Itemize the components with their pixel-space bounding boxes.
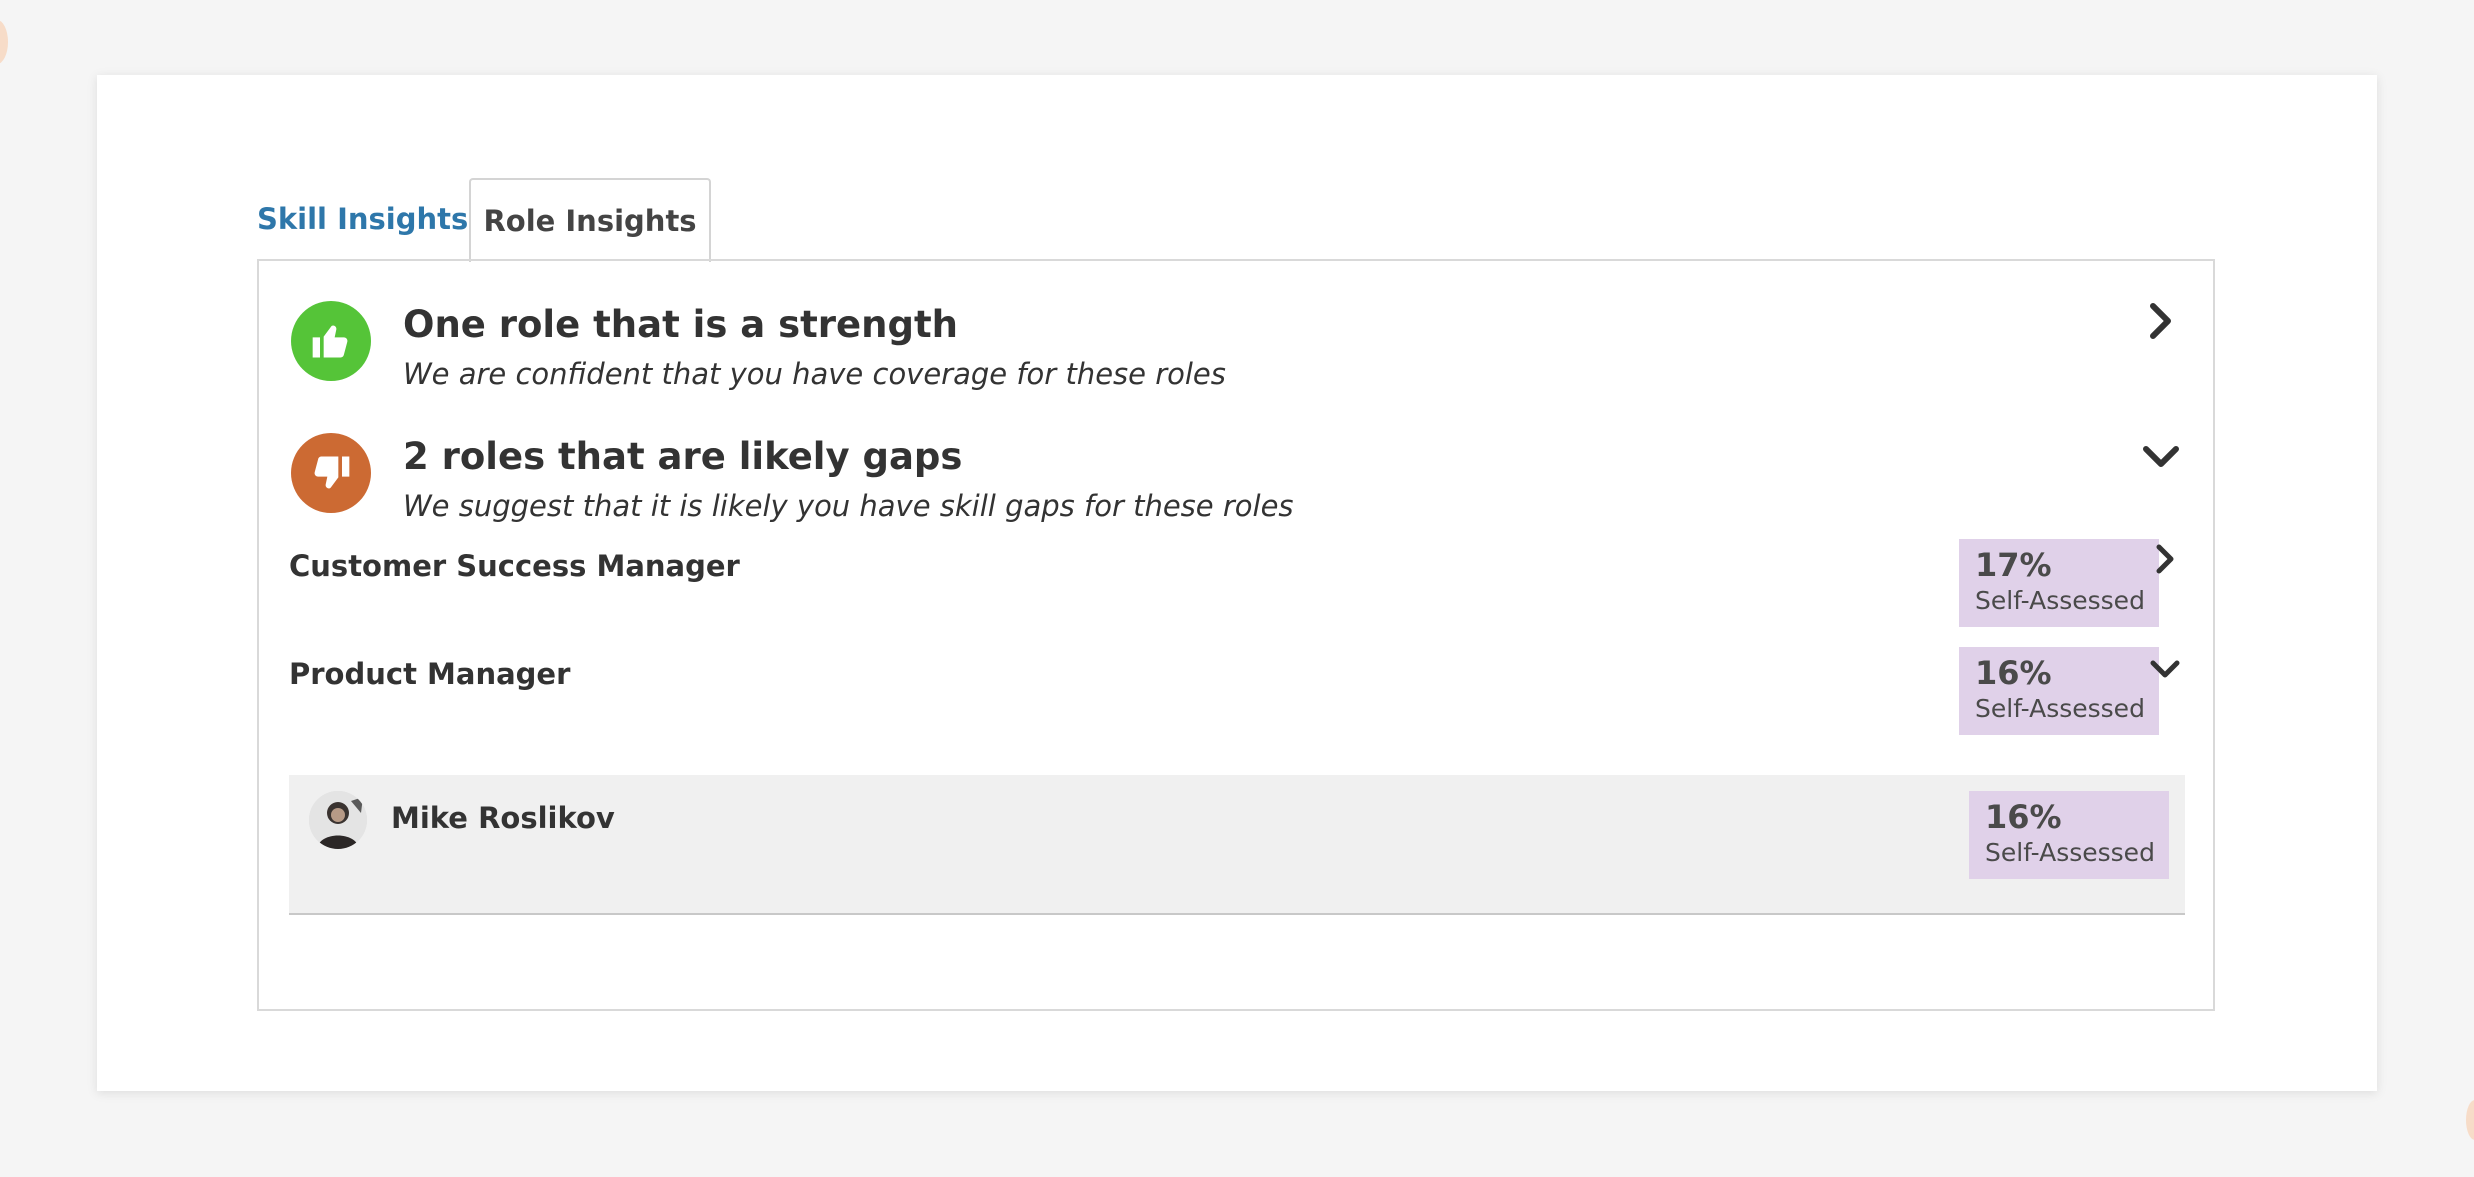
role-score-percent: 17% xyxy=(1975,546,2052,584)
role-insights-panel: One role that is a strength We are confi… xyxy=(257,259,2215,1011)
role-score-label: Self-Assessed xyxy=(1975,586,2145,615)
role-row-customer-success-manager[interactable]: Customer Success Manager 17% Self-Assess… xyxy=(289,539,2185,629)
role-row-product-manager[interactable]: Product Manager 16% Self-Assessed xyxy=(289,647,2185,737)
insights-card: Skill Insights Role Insights One role th… xyxy=(97,75,2377,1091)
member-name: Mike Roslikov xyxy=(391,801,615,835)
gaps-title: 2 roles that are likely gaps xyxy=(403,435,963,478)
chevron-right-icon[interactable] xyxy=(2141,301,2181,341)
member-score-badge: 16% Self-Assessed xyxy=(1969,791,2169,879)
role-score-badge: 17% Self-Assessed xyxy=(1959,539,2159,627)
gaps-insight[interactable]: 2 roles that are likely gaps We suggest … xyxy=(291,433,2181,553)
chevron-down-icon[interactable] xyxy=(2145,649,2185,689)
member-score-percent: 16% xyxy=(1985,798,2062,836)
decorative-dot xyxy=(0,20,8,64)
tab-skill-insights[interactable]: Skill Insights xyxy=(227,178,469,260)
insights-tabs: Skill Insights Role Insights xyxy=(257,177,711,262)
member-score-label: Self-Assessed xyxy=(1985,838,2155,867)
thumbs-up-icon xyxy=(291,301,371,381)
chevron-down-icon[interactable] xyxy=(2141,437,2181,477)
role-score-label: Self-Assessed xyxy=(1975,694,2145,723)
chevron-right-icon[interactable] xyxy=(2145,539,2185,579)
strength-title: One role that is a strength xyxy=(403,303,958,346)
strength-insight[interactable]: One role that is a strength We are confi… xyxy=(291,301,2181,421)
gaps-subtitle: We suggest that it is likely you have sk… xyxy=(403,489,1294,523)
role-score-badge: 16% Self-Assessed xyxy=(1959,647,2159,735)
thumbs-down-icon xyxy=(291,433,371,513)
strength-subtitle: We are confident that you have coverage … xyxy=(403,357,1226,391)
tab-role-insights[interactable]: Role Insights xyxy=(469,178,711,262)
role-score-percent: 16% xyxy=(1975,654,2052,692)
member-row[interactable]: Mike Roslikov 16% Self-Assessed xyxy=(289,775,2185,915)
decorative-dot xyxy=(2466,1100,2474,1140)
avatar xyxy=(309,791,367,849)
role-name: Product Manager xyxy=(289,657,571,691)
role-name: Customer Success Manager xyxy=(289,549,740,583)
